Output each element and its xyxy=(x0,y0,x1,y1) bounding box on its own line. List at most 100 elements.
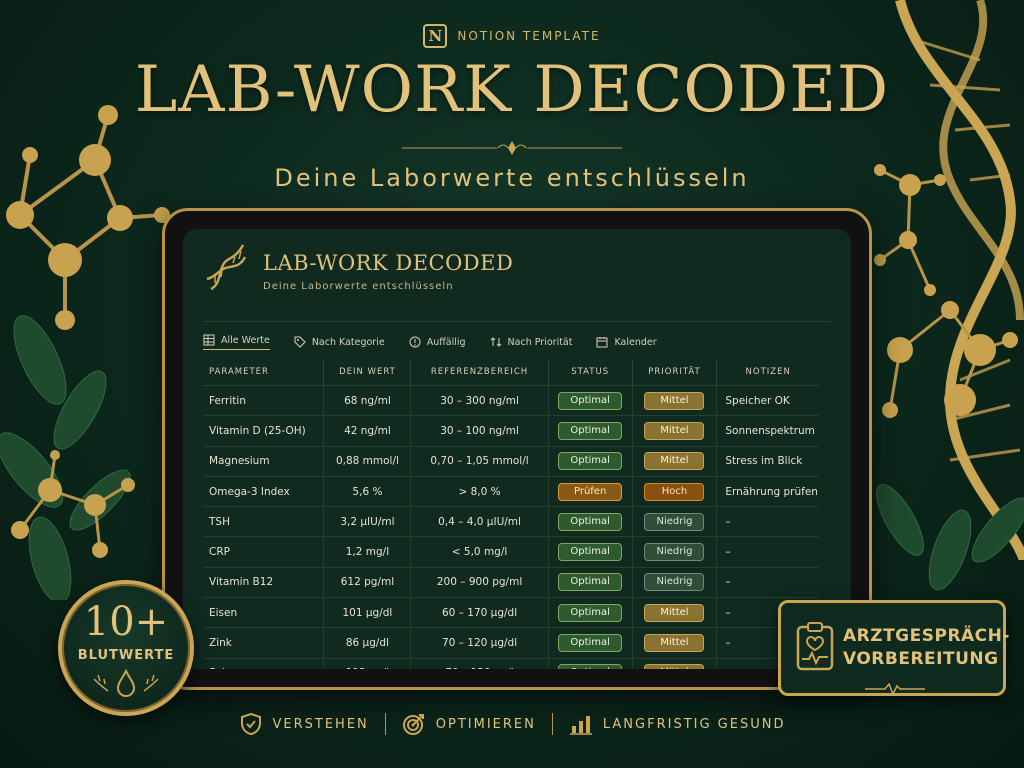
cell-status: Optimal xyxy=(548,446,633,477)
priority-badge[interactable]: Hoch xyxy=(644,482,705,501)
status-badge[interactable]: Optimal xyxy=(558,573,623,592)
cell-range: 200 – 900 pg/ml xyxy=(410,567,549,599)
feature-langfristig-gesund: LANGFRISTIG GESUND xyxy=(569,712,786,736)
cell-status: Optimal xyxy=(548,567,633,599)
bar-chart-icon xyxy=(569,716,592,735)
status-badge[interactable]: Optimal xyxy=(558,452,623,471)
cell-value: 5,6 % xyxy=(323,476,412,508)
table-row[interactable]: Zink 86 µg/dl 70 – 120 µg/dl Optimal Mittel – xyxy=(203,627,819,659)
cell-range: 60 – 170 µg/dl xyxy=(410,597,549,629)
cell-range: 70 – 120 µg/dl xyxy=(410,627,549,659)
footer-divider xyxy=(551,713,553,735)
cell-priority: Mittel xyxy=(632,597,718,629)
status-badge[interactable]: Optimal xyxy=(558,603,623,622)
cell-parameter: Ferritin xyxy=(203,385,325,417)
tab-nach-kategorie[interactable]: Nach Kategorie xyxy=(294,336,385,348)
cell-range: 0,70 – 1,05 mmol/l xyxy=(410,446,549,477)
ornament-divider-icon xyxy=(402,141,622,155)
col-header-referenz[interactable]: REFERENZBEREICH xyxy=(410,359,549,386)
col-header-wert[interactable]: DEIN WERT xyxy=(323,359,412,386)
cell-range: 30 – 100 ng/ml xyxy=(410,415,549,447)
status-badge[interactable]: Optimal xyxy=(558,664,623,669)
feature-label: LANGFRISTIG GESUND xyxy=(602,716,786,732)
cell-parameter: Omega-3 Index xyxy=(203,476,325,508)
priority-badge[interactable]: Mittel xyxy=(644,452,705,471)
priority-badge[interactable]: Niedrig xyxy=(644,573,705,592)
cell-value: 101 µg/dl xyxy=(323,597,412,629)
status-badge[interactable]: Optimal xyxy=(558,391,623,410)
tab-label: Nach Priorität xyxy=(507,336,573,348)
tab-auffaellig[interactable]: Auffällig xyxy=(409,336,466,348)
priority-badge[interactable]: Mittel xyxy=(644,391,705,410)
clipboard-heart-icon xyxy=(796,622,834,671)
cell-status: Optimal xyxy=(548,658,633,669)
status-badge[interactable]: Optimal xyxy=(558,421,623,440)
table-row[interactable]: Selen112 µg/l70 – 150 µg/lOptimalMittel– xyxy=(203,658,819,669)
target-icon xyxy=(402,714,424,735)
status-badge[interactable]: Optimal xyxy=(558,512,623,531)
app-header: LAB-WORK DECODED Deine Laborwerte entsch… xyxy=(203,243,513,293)
cell-value: 86 µg/dl xyxy=(323,627,412,659)
col-header-parameter[interactable]: PARAMETER xyxy=(203,359,325,386)
cell-status: Prüfen xyxy=(548,476,633,508)
cell-priority: Niedrig xyxy=(632,567,718,599)
cell-note: Speicher OK xyxy=(716,385,819,417)
cell-priority: Hoch xyxy=(632,476,718,508)
cell-note: Ernährung prüfen xyxy=(716,476,819,508)
app-title: LAB-WORK DECODED xyxy=(263,251,514,275)
table-row[interactable]: TSH 3,2 µIU/ml 0,4 – 4,0 µIU/ml Optimal Nied… xyxy=(203,506,819,538)
cell-parameter: Selen xyxy=(203,658,325,669)
table-row[interactable]: Eisen 101 µg/dl 60 – 170 µg/dl Optimal Mitte… xyxy=(203,597,819,629)
cell-value: 42 ng/ml xyxy=(323,415,412,447)
status-badge[interactable]: Optimal xyxy=(558,634,623,653)
status-badge[interactable]: Prüfen xyxy=(558,482,623,501)
table-header-row: PARAMETER DEIN WERT REFERENZBEREICH STAT… xyxy=(203,359,819,386)
cell-priority: Mittel xyxy=(632,627,718,659)
tab-alle-werte[interactable]: Alle Werte xyxy=(203,334,270,350)
cell-priority: Niedrig xyxy=(632,506,718,538)
feature-footer: VERSTEHEN OPTIMIEREN LANGFRISTIG GESUND xyxy=(0,712,1024,736)
feature-optimieren: OPTIMIEREN xyxy=(402,712,536,736)
table-row[interactable]: Ferritin 68 ng/ml 30 – 300 ng/ml Optimal Mit… xyxy=(203,385,819,417)
doctor-prep-line2: VORBEREITUNG xyxy=(843,649,999,669)
brand-row: N NOTION TEMPLATE xyxy=(0,24,1024,48)
status-badge[interactable]: Optimal xyxy=(558,543,623,562)
table-row[interactable]: Omega-3 Index 5,6 % > 8,0 % Prüfen Hoch Ernäh… xyxy=(203,476,819,508)
priority-badge[interactable]: Mittel xyxy=(644,634,705,653)
calendar-icon xyxy=(596,337,608,348)
priority-badge[interactable]: Niedrig xyxy=(644,512,705,531)
tab-label: Kalender xyxy=(614,336,657,348)
table-row[interactable]: Vitamin D (25-OH) 42 ng/ml 30 – 100 ng/ml O… xyxy=(203,415,819,447)
cell-priority: Mittel xyxy=(632,385,718,417)
table-row[interactable]: Vitamin B12 612 pg/ml 200 – 900 pg/ml Optim… xyxy=(203,567,819,599)
app-screen: LAB-WORK DECODED Deine Laborwerte entsch… xyxy=(183,229,851,669)
tab-kalender[interactable]: Kalender xyxy=(596,336,657,348)
notion-logo-icon: N xyxy=(423,24,448,48)
col-header-prioritaet[interactable]: PRIORITÄT xyxy=(632,359,718,386)
sort-icon xyxy=(490,337,501,347)
col-header-status[interactable]: STATUS xyxy=(548,359,633,386)
cell-value: 1,2 mg/l xyxy=(323,536,412,568)
tab-nach-prioritaet[interactable]: Nach Priorität xyxy=(490,336,573,348)
cell-status: Optimal xyxy=(548,536,633,568)
priority-badge[interactable]: Mittel xyxy=(644,664,705,669)
priority-badge[interactable]: Niedrig xyxy=(644,543,705,562)
cell-status: Optimal xyxy=(548,506,633,538)
priority-badge[interactable]: Mittel xyxy=(644,603,705,622)
table-row[interactable]: Magnesium 0,88 mmol/l 0,70 – 1,05 mmol/l Op… xyxy=(203,446,819,477)
cell-parameter: Zink xyxy=(203,627,325,659)
blood-drop-icon xyxy=(93,668,159,697)
col-header-notizen[interactable]: NOTIZEN xyxy=(716,359,819,386)
cell-parameter: Vitamin B12 xyxy=(203,567,325,599)
cell-note: – xyxy=(716,506,819,538)
table-row[interactable]: CRP 1,2 mg/l < 5,0 mg/l Optimal Niedrig – xyxy=(203,536,819,568)
cell-parameter: CRP xyxy=(203,536,325,568)
cell-priority: Mittel xyxy=(632,415,718,447)
cell-value: 0,88 mmol/l xyxy=(323,446,412,477)
cell-note: Stress im Blick xyxy=(716,446,819,477)
cell-range: 0,4 – 4,0 µIU/ml xyxy=(410,506,549,538)
priority-badge[interactable]: Mittel xyxy=(644,421,705,440)
doctor-prep-badge: ARZTGESPRÄCH- VORBEREITUNG xyxy=(778,600,1009,696)
brand-label: NOTION TEMPLATE xyxy=(457,29,601,43)
cell-value: 112 µg/l xyxy=(323,658,412,669)
